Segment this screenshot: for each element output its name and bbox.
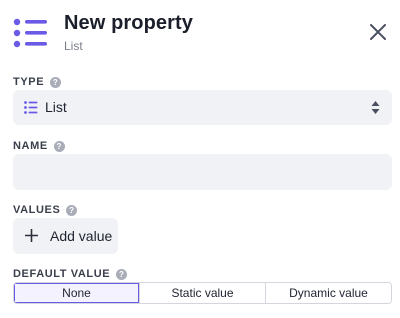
dialog-title: New property	[64, 12, 194, 34]
plus-icon	[25, 229, 38, 242]
name-label-text: NAME	[13, 140, 48, 152]
default-value-option-none[interactable]: None	[14, 283, 139, 303]
add-value-label: Add value	[50, 228, 113, 244]
type-label-text: TYPE	[13, 76, 45, 88]
updown-chevron-icon	[371, 101, 380, 114]
dialog-header: New property List	[0, 0, 400, 62]
name-label: NAME ?	[13, 140, 65, 152]
default-value-option-dynamic[interactable]: Dynamic value	[265, 283, 391, 303]
values-label: VALUES ?	[13, 204, 78, 216]
dialog-subtitle: List	[64, 39, 83, 53]
list-icon	[13, 18, 47, 48]
list-icon	[24, 101, 38, 114]
help-icon[interactable]: ?	[116, 268, 128, 280]
default-value-segmented-control: None Static value Dynamic value	[13, 282, 392, 304]
help-icon[interactable]: ?	[53, 140, 65, 152]
type-label: TYPE ?	[13, 76, 62, 88]
type-select-value: List	[45, 99, 67, 115]
help-icon[interactable]: ?	[66, 204, 78, 216]
default-value-option-static[interactable]: Static value	[139, 283, 265, 303]
default-value-label: DEFAULT VALUE ?	[13, 268, 128, 280]
close-icon[interactable]	[366, 20, 390, 44]
name-input[interactable]	[13, 154, 392, 190]
values-label-text: VALUES	[13, 204, 61, 216]
help-icon[interactable]: ?	[50, 76, 62, 88]
type-select[interactable]: List	[13, 90, 392, 125]
default-value-label-text: DEFAULT VALUE	[13, 268, 111, 280]
add-value-button[interactable]: Add value	[13, 218, 118, 254]
